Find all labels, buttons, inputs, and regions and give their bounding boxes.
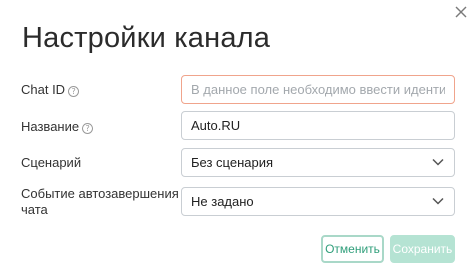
- help-icon[interactable]: ?: [68, 86, 80, 97]
- autoclose-event-select[interactable]: Не задано: [181, 187, 455, 216]
- name-input[interactable]: [181, 111, 455, 140]
- scenario-select[interactable]: Без сценария: [181, 148, 455, 177]
- close-button[interactable]: [453, 4, 469, 20]
- close-icon: [455, 6, 467, 18]
- name-label: Название?: [21, 119, 94, 135]
- autoclose-event-select-value: Не задано: [191, 194, 254, 209]
- dialog-title: Настройки канала: [22, 22, 271, 54]
- channel-settings-dialog: Настройки канала Chat ID? Название? Сцен…: [0, 0, 474, 272]
- autoclose-event-label-line2: чата: [21, 202, 48, 217]
- scenario-label: Сценарий: [21, 155, 82, 170]
- name-label-text: Название: [21, 119, 80, 134]
- chat-id-label-text: Chat ID: [21, 82, 66, 97]
- chat-id-input[interactable]: [181, 75, 455, 104]
- chevron-down-icon: [432, 197, 444, 205]
- save-button[interactable]: Сохранить: [390, 235, 455, 263]
- chevron-down-icon: [432, 158, 444, 166]
- scenario-select-value: Без сценария: [191, 155, 274, 170]
- autoclose-event-label: Событие автозавершения чата: [21, 186, 179, 218]
- cancel-button[interactable]: Отменить: [321, 235, 384, 263]
- help-icon[interactable]: ?: [82, 123, 94, 134]
- autoclose-event-label-line1: Событие автозавершения: [21, 186, 179, 201]
- chat-id-label: Chat ID?: [21, 82, 80, 98]
